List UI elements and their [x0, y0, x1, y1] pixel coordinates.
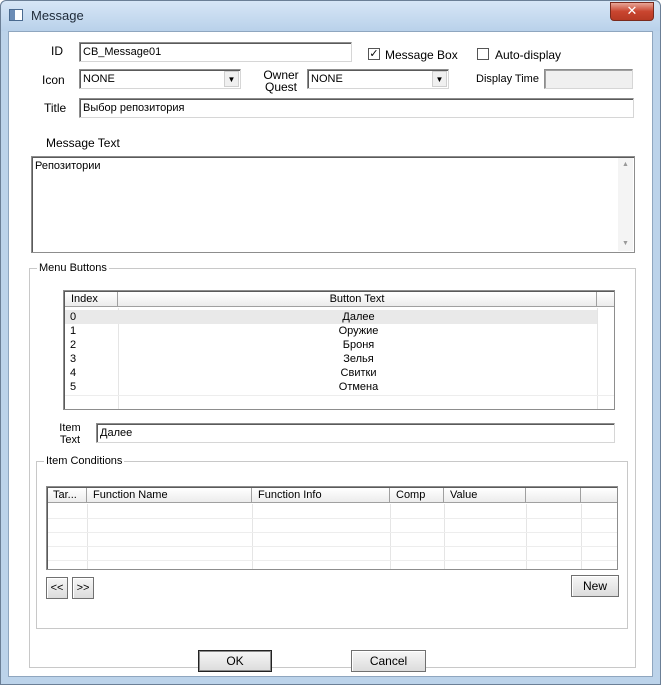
dialog-body: ID CB_Message01 ✓ Message Box Auto-displ… — [8, 31, 653, 677]
row-divider — [48, 546, 617, 547]
column-header-target[interactable]: Tar... — [48, 488, 87, 503]
column-header-button-text[interactable]: Button Text — [118, 292, 597, 307]
list-item[interactable]: 3 Зелья — [65, 352, 597, 366]
next-button[interactable]: >> — [72, 577, 94, 599]
display-time-input — [544, 69, 633, 89]
row-button-text: Отмена — [338, 381, 379, 393]
row-button-text: Зелья — [343, 353, 374, 365]
message-dialog: Message ✕ ID CB_Message01 ✓ Message Box … — [0, 0, 661, 685]
new-condition-button[interactable]: New — [571, 575, 619, 597]
menu-buttons-list[interactable]: Index Button Text 0 Далее 1 Оружие 2 Бро… — [63, 290, 615, 410]
id-input[interactable]: CB_Message01 — [79, 42, 352, 62]
message-text-scrollbar[interactable]: ▲ ▼ — [618, 158, 633, 251]
list-item[interactable]: 2 Броня — [65, 338, 597, 352]
row-divider — [48, 532, 617, 533]
list-item[interactable]: 1 Оружие — [65, 324, 597, 338]
message-box-checkbox[interactable]: ✓ — [368, 48, 380, 60]
window-title: Message — [31, 8, 84, 23]
column-header-index[interactable]: Index — [65, 292, 118, 307]
chevron-down-icon[interactable]: ▼ — [432, 71, 447, 87]
title-label: Title — [44, 101, 67, 115]
column-header-extra-2[interactable] — [581, 488, 617, 503]
row-divider — [48, 518, 617, 519]
item-text-label: Item Text — [55, 422, 85, 446]
icon-select[interactable]: NONE ▼ — [79, 69, 241, 89]
ok-button[interactable]: OK — [198, 650, 272, 672]
id-label: ID — [51, 44, 63, 58]
column-header-comp[interactable]: Comp — [390, 488, 444, 503]
owner-quest-select[interactable]: NONE ▼ — [307, 69, 449, 89]
title-bar[interactable]: Message ✕ — [1, 1, 660, 31]
row-button-text: Далее — [342, 311, 375, 323]
column-header-function-info[interactable]: Function Info — [252, 488, 390, 503]
row-index: 2 — [70, 339, 77, 351]
row-index: 5 — [70, 381, 77, 393]
owner-quest-label: Owner Quest — [261, 69, 301, 93]
list-item[interactable]: 4 Свитки — [65, 366, 597, 380]
row-divider — [65, 395, 614, 396]
item-conditions-group-title: Item Conditions — [44, 455, 125, 467]
icon-select-value: NONE — [83, 73, 115, 85]
column-header-function-name[interactable]: Function Name — [87, 488, 252, 503]
item-text-label-line2: Text — [59, 434, 81, 446]
owner-quest-select-value: NONE — [311, 73, 343, 85]
auto-display-label: Auto-display — [495, 48, 562, 62]
owner-quest-label-line2: Quest — [264, 80, 297, 94]
item-text-input[interactable]: Далее — [96, 423, 615, 443]
chevron-down-icon[interactable]: ▼ — [224, 71, 239, 87]
row-index: 3 — [70, 353, 77, 365]
item-conditions-list[interactable]: Tar... Function Name Function Info Comp … — [46, 486, 618, 570]
item-text-label-line1: Item — [59, 422, 81, 434]
list-item[interactable]: 0 Далее — [65, 310, 597, 324]
row-index: 0 — [70, 311, 77, 323]
cancel-button[interactable]: Cancel — [351, 650, 426, 672]
checkmark-icon: ✓ — [369, 47, 379, 60]
icon-label: Icon — [42, 73, 65, 87]
row-divider — [48, 560, 617, 561]
display-time-label: Display Time — [476, 73, 539, 85]
list-item[interactable]: 5 Отмена — [65, 380, 597, 394]
row-button-text: Броня — [342, 339, 375, 351]
auto-display-checkbox[interactable] — [477, 48, 489, 60]
message-text-label: Message Text — [46, 136, 120, 150]
column-header-value[interactable]: Value — [444, 488, 526, 503]
scroll-up-icon[interactable]: ▲ — [618, 158, 633, 172]
row-button-text: Свитки — [340, 367, 377, 379]
message-text-value: Репозитории — [35, 160, 101, 172]
close-button[interactable]: ✕ — [610, 2, 654, 21]
scroll-down-icon[interactable]: ▼ — [618, 237, 633, 251]
row-index: 4 — [70, 367, 77, 379]
window-icon — [9, 9, 23, 21]
menu-buttons-group-title: Menu Buttons — [37, 262, 109, 274]
previous-button[interactable]: << — [46, 577, 68, 599]
row-index: 1 — [70, 325, 77, 337]
column-header-extra-1[interactable] — [526, 488, 581, 503]
title-input[interactable]: Выбор репозитория — [79, 98, 634, 118]
message-text-area[interactable]: Репозитории ▲ ▼ — [31, 156, 635, 253]
row-button-text: Оружие — [338, 325, 379, 337]
column-header-filler — [597, 292, 614, 307]
message-box-label: Message Box — [385, 48, 458, 62]
